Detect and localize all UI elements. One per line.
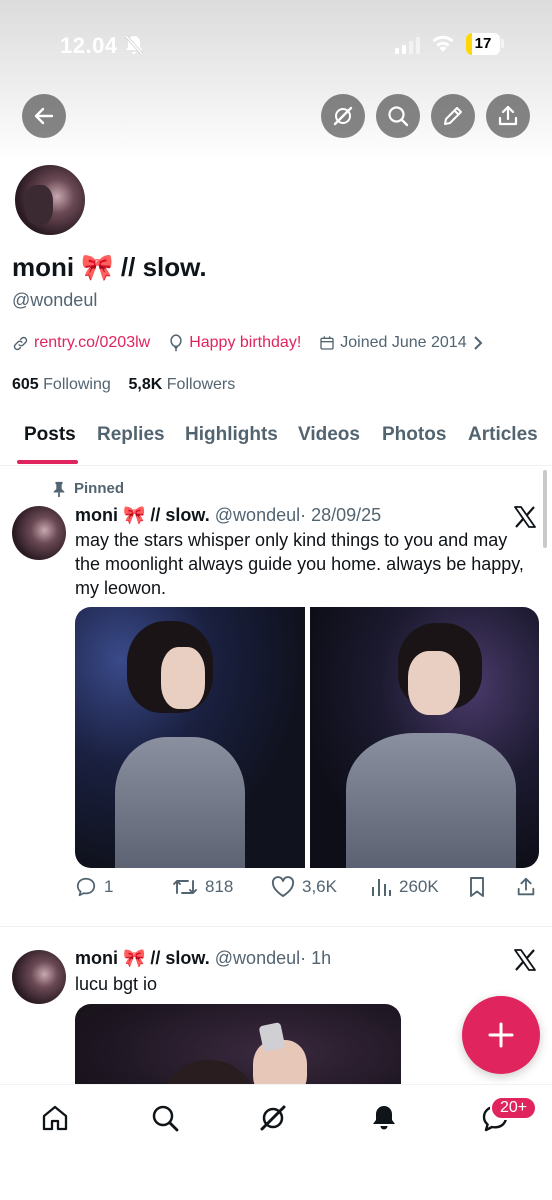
profile-avatar[interactable] xyxy=(12,162,88,238)
messages-badge: 20+ xyxy=(490,1096,538,1120)
bookmark-icon xyxy=(470,877,484,897)
post-avatar[interactable] xyxy=(12,506,66,560)
share-icon xyxy=(498,105,518,126)
tab-replies[interactable]: Replies xyxy=(97,424,165,446)
profile-link[interactable]: rentry.co/0203lw xyxy=(12,334,150,352)
views-button[interactable]: 260K xyxy=(370,876,439,898)
post-share-button[interactable] xyxy=(515,876,537,898)
post-avatar[interactable] xyxy=(12,950,66,1004)
grok-icon[interactable] xyxy=(258,1103,288,1133)
post-actions: 1 818 3,6K 260K xyxy=(75,876,540,904)
share-icon xyxy=(517,877,535,896)
link-icon xyxy=(13,336,28,350)
repost-count: 818 xyxy=(205,877,234,896)
pinned-text: Pinned xyxy=(74,480,125,497)
battery-icon: 17 xyxy=(466,33,500,55)
pin-icon xyxy=(53,481,65,497)
following-link[interactable]: 605 Following xyxy=(12,376,111,393)
post-time: · 1h xyxy=(300,948,332,968)
joined-item[interactable]: Joined June 2014 xyxy=(319,334,483,352)
reply-icon xyxy=(76,877,96,897)
post-author-name[interactable]: moni 🎀 // slow. xyxy=(75,948,210,968)
follow-stats: 605 Following 5,8K Followers xyxy=(12,376,235,394)
birthday-item: Happy birthday! xyxy=(168,334,301,352)
following-label: Following xyxy=(43,376,111,393)
profile-handle: @wondeul xyxy=(12,290,98,310)
status-time: 12.04 xyxy=(60,33,118,58)
followers-link[interactable]: 5,8K Followers xyxy=(129,376,236,393)
profile-name: moni 🎀 // slow. xyxy=(12,252,207,282)
profile-tabs: Posts Replies Highlights Videos Photos A… xyxy=(0,408,552,466)
views-count: 260K xyxy=(399,877,439,896)
pencil-icon xyxy=(444,107,462,125)
repost-icon xyxy=(173,880,197,894)
post-author-handle[interactable]: @wondeul xyxy=(215,948,300,968)
joined-text: Joined June 2014 xyxy=(340,334,467,351)
share-button[interactable] xyxy=(486,94,530,138)
post-header: moni 🎀 // slow. @wondeul· 28/09/25 xyxy=(75,505,381,526)
bottom-nav xyxy=(0,1084,552,1200)
plus-icon xyxy=(488,1022,514,1048)
following-count: 605 xyxy=(12,376,39,393)
tab-posts[interactable]: Posts xyxy=(24,424,76,446)
scrollbar[interactable] xyxy=(543,470,547,548)
post-author-handle[interactable]: @wondeul xyxy=(215,505,300,525)
search-icon[interactable] xyxy=(150,1103,180,1133)
tab-highlights[interactable]: Highlights xyxy=(185,424,278,446)
reply-button[interactable]: 1 xyxy=(75,876,113,898)
balloon-icon xyxy=(170,334,182,352)
status-bar: 12.04 17 xyxy=(0,0,552,90)
post-author-name[interactable]: moni 🎀 // slow. xyxy=(75,505,210,525)
back-button[interactable] xyxy=(22,94,66,138)
battery-level: 17 xyxy=(474,35,492,52)
tab-photos[interactable]: Photos xyxy=(382,424,446,446)
active-tab-indicator xyxy=(17,460,78,464)
followers-label: Followers xyxy=(166,376,236,393)
profile-link-text[interactable]: rentry.co/0203lw xyxy=(34,334,150,352)
bell-off-icon xyxy=(124,35,144,55)
tab-articles[interactable]: Articles xyxy=(468,424,538,446)
arrow-left-icon xyxy=(34,107,54,125)
signal-icon xyxy=(395,36,420,54)
heart-icon xyxy=(271,876,295,897)
tab-videos[interactable]: Videos xyxy=(298,424,360,446)
like-button[interactable]: 3,6K xyxy=(271,876,337,898)
bookmark-button[interactable] xyxy=(467,876,487,898)
compose-button[interactable] xyxy=(462,996,540,1074)
birthday-text: Happy birthday! xyxy=(189,334,302,351)
post-photo[interactable] xyxy=(75,607,305,868)
calendar-icon xyxy=(320,336,334,350)
x-logo-icon[interactable] xyxy=(513,948,537,972)
home-icon[interactable] xyxy=(40,1103,70,1133)
reply-count: 1 xyxy=(104,877,114,896)
post-text: may the stars whisper only kind things t… xyxy=(75,530,524,598)
wifi-icon xyxy=(432,35,454,52)
post-header: moni 🎀 // slow. @wondeul· 1h xyxy=(75,948,331,969)
post-time: · 28/09/25 xyxy=(300,505,382,525)
grok-icon xyxy=(333,106,353,126)
views-icon xyxy=(372,879,391,896)
post-media[interactable] xyxy=(75,607,539,868)
pinned-label: Pinned xyxy=(52,480,124,497)
repost-button[interactable]: 818 xyxy=(172,876,233,898)
notifications-icon[interactable] xyxy=(369,1103,399,1133)
profile-meta: rentry.co/0203lw Happy birthday! Joined … xyxy=(12,334,502,352)
followers-count: 5,8K xyxy=(128,376,163,393)
battery-tip xyxy=(501,39,504,48)
search-icon xyxy=(388,106,409,127)
post-text: lucu bgt io xyxy=(75,974,158,994)
x-logo-icon[interactable] xyxy=(513,505,537,529)
like-count: 3,6K xyxy=(302,877,337,896)
chevron-right-icon xyxy=(473,336,483,350)
grok-button[interactable] xyxy=(321,94,365,138)
search-button[interactable] xyxy=(376,94,420,138)
post-photo[interactable] xyxy=(309,607,539,868)
post-divider xyxy=(0,926,552,927)
edit-button[interactable] xyxy=(431,94,475,138)
